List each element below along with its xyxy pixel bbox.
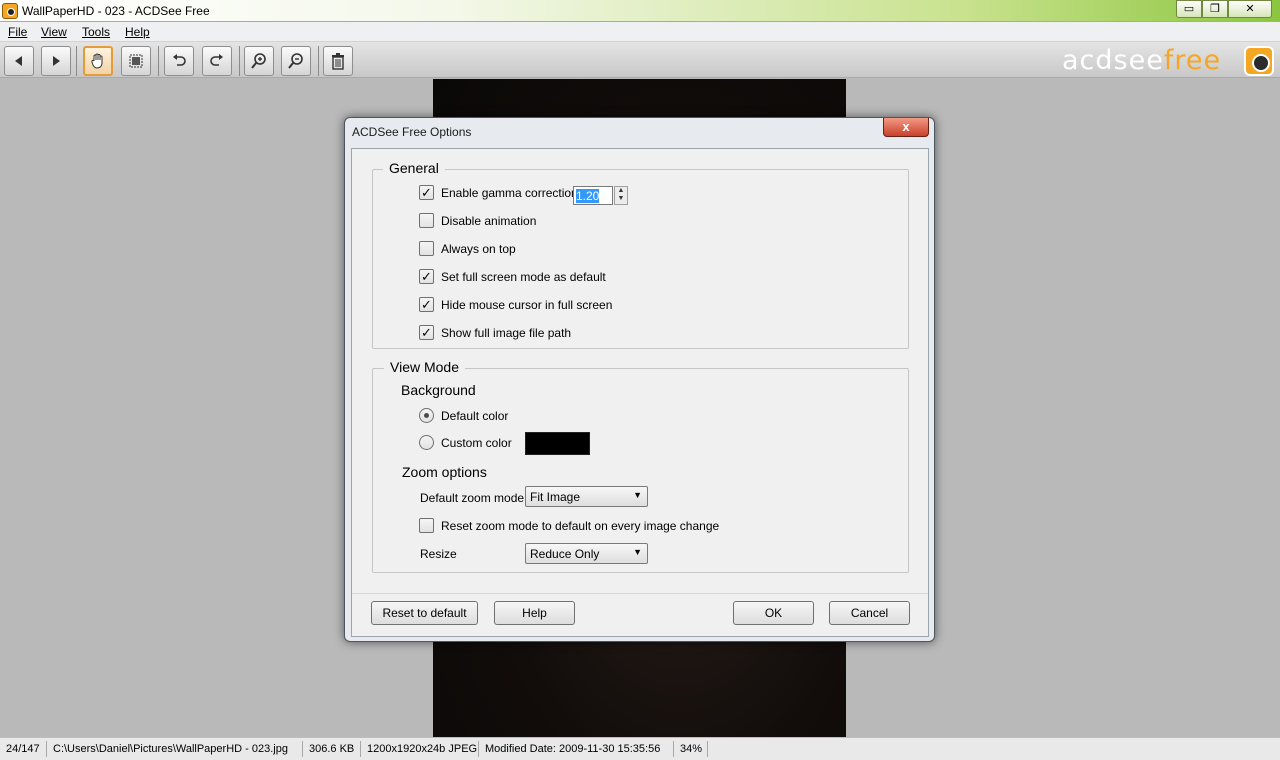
gamma-label: Enable gamma correction <box>441 185 578 200</box>
chevron-down-icon: ▼ <box>633 490 642 500</box>
cancel-button[interactable]: Cancel <box>829 601 910 625</box>
hand-icon <box>91 53 103 69</box>
default-color-radio[interactable] <box>419 408 434 423</box>
always-on-top-row[interactable]: Always on top <box>419 241 516 256</box>
resize-label: Resize <box>420 547 457 561</box>
delete-icon <box>332 53 344 70</box>
zoom-out-button[interactable] <box>281 46 311 76</box>
hand-tool-button[interactable] <box>83 46 113 76</box>
default-color-row[interactable]: Default color <box>419 408 508 423</box>
ok-button[interactable]: OK <box>733 601 814 625</box>
toolbar-divider <box>76 46 77 76</box>
next-icon <box>53 56 60 66</box>
custom-color-swatch[interactable] <box>525 432 590 455</box>
default-zoom-select[interactable]: Fit Image ▼ <box>525 486 648 507</box>
toolbar-divider <box>318 46 319 76</box>
rotate-right-button[interactable] <box>202 46 232 76</box>
reset-to-default-button[interactable]: Reset to default <box>371 601 478 625</box>
dialog-body: General ✓ Enable gamma correction 1.20 ▲… <box>351 148 929 637</box>
always-on-top-label: Always on top <box>441 241 516 256</box>
menu-tools[interactable]: Tools <box>82 25 110 39</box>
select-tool-button[interactable] <box>121 46 151 76</box>
reset-zoom-label: Reset zoom mode to default on every imag… <box>441 518 720 533</box>
previous-button[interactable] <box>4 46 34 76</box>
gamma-value-input[interactable]: 1.20 <box>573 186 613 205</box>
hide-cursor-label: Hide mouse cursor in full screen <box>441 297 613 312</box>
status-divider <box>478 741 479 757</box>
status-divider <box>360 741 361 757</box>
zoom-level: 34% <box>680 743 703 755</box>
rotate-right-icon <box>210 54 223 66</box>
disable-animation-label: Disable animation <box>441 213 537 228</box>
disable-animation-checkbox[interactable] <box>419 213 434 228</box>
hide-cursor-row[interactable]: ✓ Hide mouse cursor in full screen <box>419 297 612 312</box>
zoom-out-icon <box>288 53 303 69</box>
maximize-button[interactable]: ❐ <box>1202 0 1228 18</box>
resize-select[interactable]: Reduce Only ▼ <box>525 543 648 564</box>
minimize-button[interactable]: ▭ <box>1176 0 1202 18</box>
toolbar-divider <box>158 46 159 76</box>
dialog-close-button[interactable]: x <box>883 118 929 137</box>
background-heading: Background <box>401 382 476 398</box>
fullscreen-default-label: Set full screen mode as default <box>441 269 606 284</box>
always-on-top-checkbox[interactable] <box>419 241 434 256</box>
image-index: 24/147 <box>6 743 40 755</box>
reset-zoom-checkbox[interactable] <box>419 518 434 533</box>
default-color-label: Default color <box>441 408 509 423</box>
zoom-in-icon <box>251 53 266 69</box>
show-path-row[interactable]: ✓ Show full image file path <box>419 325 571 340</box>
dialog-title: ACDSee Free Options <box>352 125 472 139</box>
rotate-left-button[interactable] <box>164 46 194 76</box>
next-button[interactable] <box>41 46 71 76</box>
default-zoom-value: Fit Image <box>530 490 581 504</box>
custom-color-radio[interactable] <box>419 435 434 450</box>
gamma-checkbox-row[interactable]: ✓ Enable gamma correction <box>419 185 578 200</box>
menu-view[interactable]: View <box>41 25 67 39</box>
chevron-down-icon: ▼ <box>633 547 642 557</box>
options-dialog: ACDSee Free Options x General ✓ Enable g… <box>344 117 935 642</box>
select-icon <box>129 54 143 68</box>
toolbar-divider <box>239 46 240 76</box>
menu-file[interactable]: File <box>8 25 27 39</box>
image-dimensions: 1200x1920x24b JPEG <box>367 743 478 755</box>
rotate-left-icon <box>173 54 186 66</box>
view-mode-legend: View Mode <box>384 359 466 375</box>
file-size: 306.6 KB <box>309 743 355 755</box>
show-path-label: Show full image file path <box>441 325 572 340</box>
previous-icon <box>15 56 22 66</box>
status-bar: 24/147 C:\Users\Daniel\Pictures\WallPape… <box>0 737 1280 760</box>
zoom-in-button[interactable] <box>244 46 274 76</box>
custom-color-row[interactable]: Custom color <box>419 435 512 450</box>
footer-divider <box>352 593 928 594</box>
fullscreen-default-row[interactable]: ✓ Set full screen mode as default <box>419 269 606 284</box>
resize-value: Reduce Only <box>530 547 600 561</box>
status-divider <box>673 741 674 757</box>
help-button[interactable]: Help <box>494 601 575 625</box>
status-divider <box>707 741 708 757</box>
file-path: C:\Users\Daniel\Pictures\WallPaperHD - 0… <box>53 743 288 755</box>
reset-zoom-row[interactable]: Reset zoom mode to default on every imag… <box>419 518 719 533</box>
gamma-checkbox[interactable]: ✓ <box>419 185 434 200</box>
camera-logo-icon <box>1244 46 1274 76</box>
modified-date: Modified Date: 2009-11-30 15:35:56 <box>485 743 661 755</box>
custom-color-label: Custom color <box>441 435 512 450</box>
default-zoom-label: Default zoom mode <box>420 491 525 505</box>
close-button[interactable]: ✕ <box>1228 0 1272 18</box>
status-divider <box>302 741 303 757</box>
window-title: WallPaperHD - 023 - ACDSee Free <box>22 4 210 18</box>
acdsee-app-icon <box>2 3 18 19</box>
zoom-options-heading: Zoom options <box>402 464 487 480</box>
hide-cursor-checkbox[interactable]: ✓ <box>419 297 434 312</box>
fullscreen-default-checkbox[interactable]: ✓ <box>419 269 434 284</box>
general-legend: General <box>383 160 445 176</box>
delete-button[interactable] <box>323 46 353 76</box>
gamma-spinner[interactable]: ▲ ▼ <box>614 186 628 205</box>
menu-help[interactable]: Help <box>125 25 150 39</box>
disable-animation-row[interactable]: Disable animation <box>419 213 536 228</box>
status-divider <box>46 741 47 757</box>
show-path-checkbox[interactable]: ✓ <box>419 325 434 340</box>
title-bar: WallPaperHD - 023 - ACDSee Free ▭ ❐ ✕ <box>0 0 1280 22</box>
menu-bar: File View Tools Help <box>0 22 1280 42</box>
